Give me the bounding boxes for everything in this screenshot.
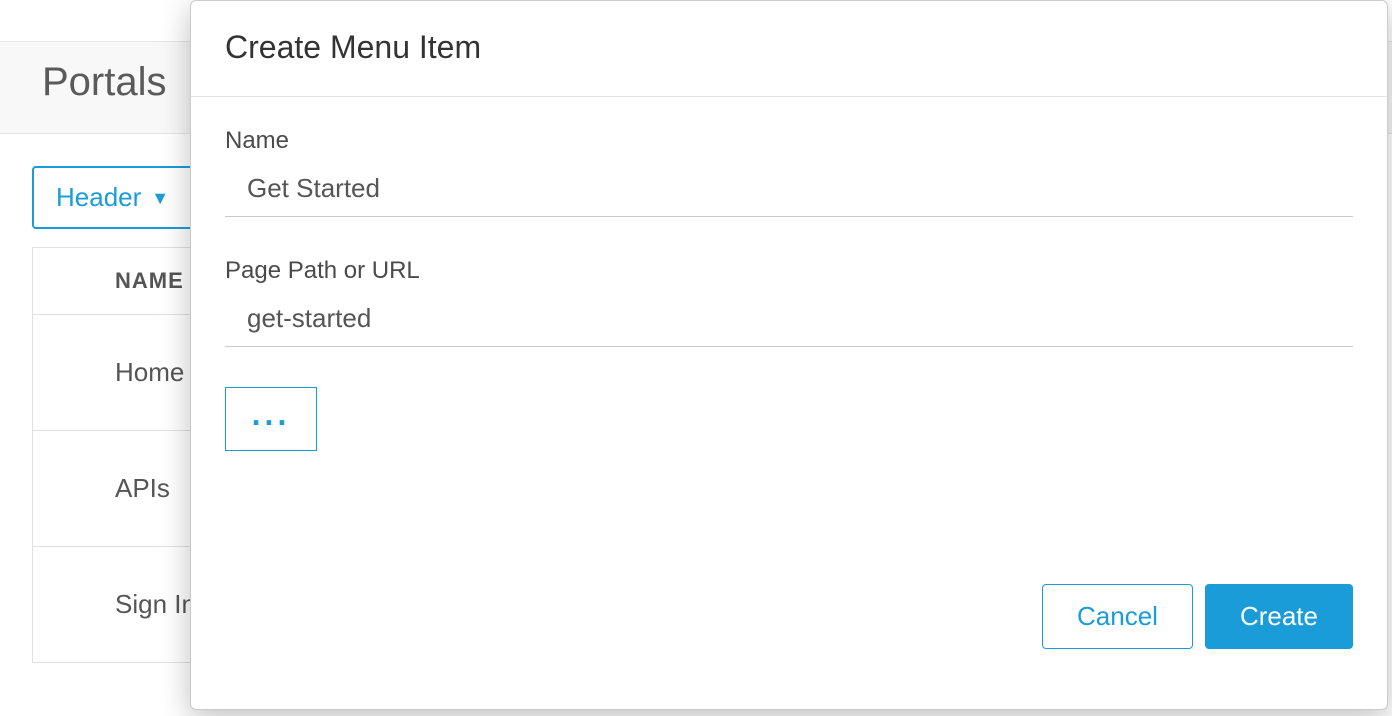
caret-down-icon: ▼ <box>151 189 169 207</box>
path-input[interactable] <box>225 295 1353 347</box>
modal-footer: Cancel Create <box>191 584 1387 709</box>
name-form-group: Name <box>225 127 1353 217</box>
modal-overlay: Create Menu Item Name Page Path or URL .… <box>190 0 1390 716</box>
path-label: Page Path or URL <box>225 257 1353 285</box>
path-form-group: Page Path or URL <box>225 257 1353 347</box>
modal-header: Create Menu Item <box>191 1 1387 97</box>
cancel-button[interactable]: Cancel <box>1042 584 1193 649</box>
header-dropdown[interactable]: Header ▼ <box>32 166 193 229</box>
header-dropdown-label: Header <box>56 182 141 213</box>
name-label: Name <box>225 127 1353 155</box>
create-menu-item-modal: Create Menu Item Name Page Path or URL .… <box>190 0 1388 710</box>
modal-body: Name Page Path or URL ... <box>191 97 1387 584</box>
name-input[interactable] <box>225 165 1353 217</box>
modal-title: Create Menu Item <box>225 29 1353 66</box>
create-button[interactable]: Create <box>1205 584 1353 649</box>
more-options-button[interactable]: ... <box>225 387 317 451</box>
